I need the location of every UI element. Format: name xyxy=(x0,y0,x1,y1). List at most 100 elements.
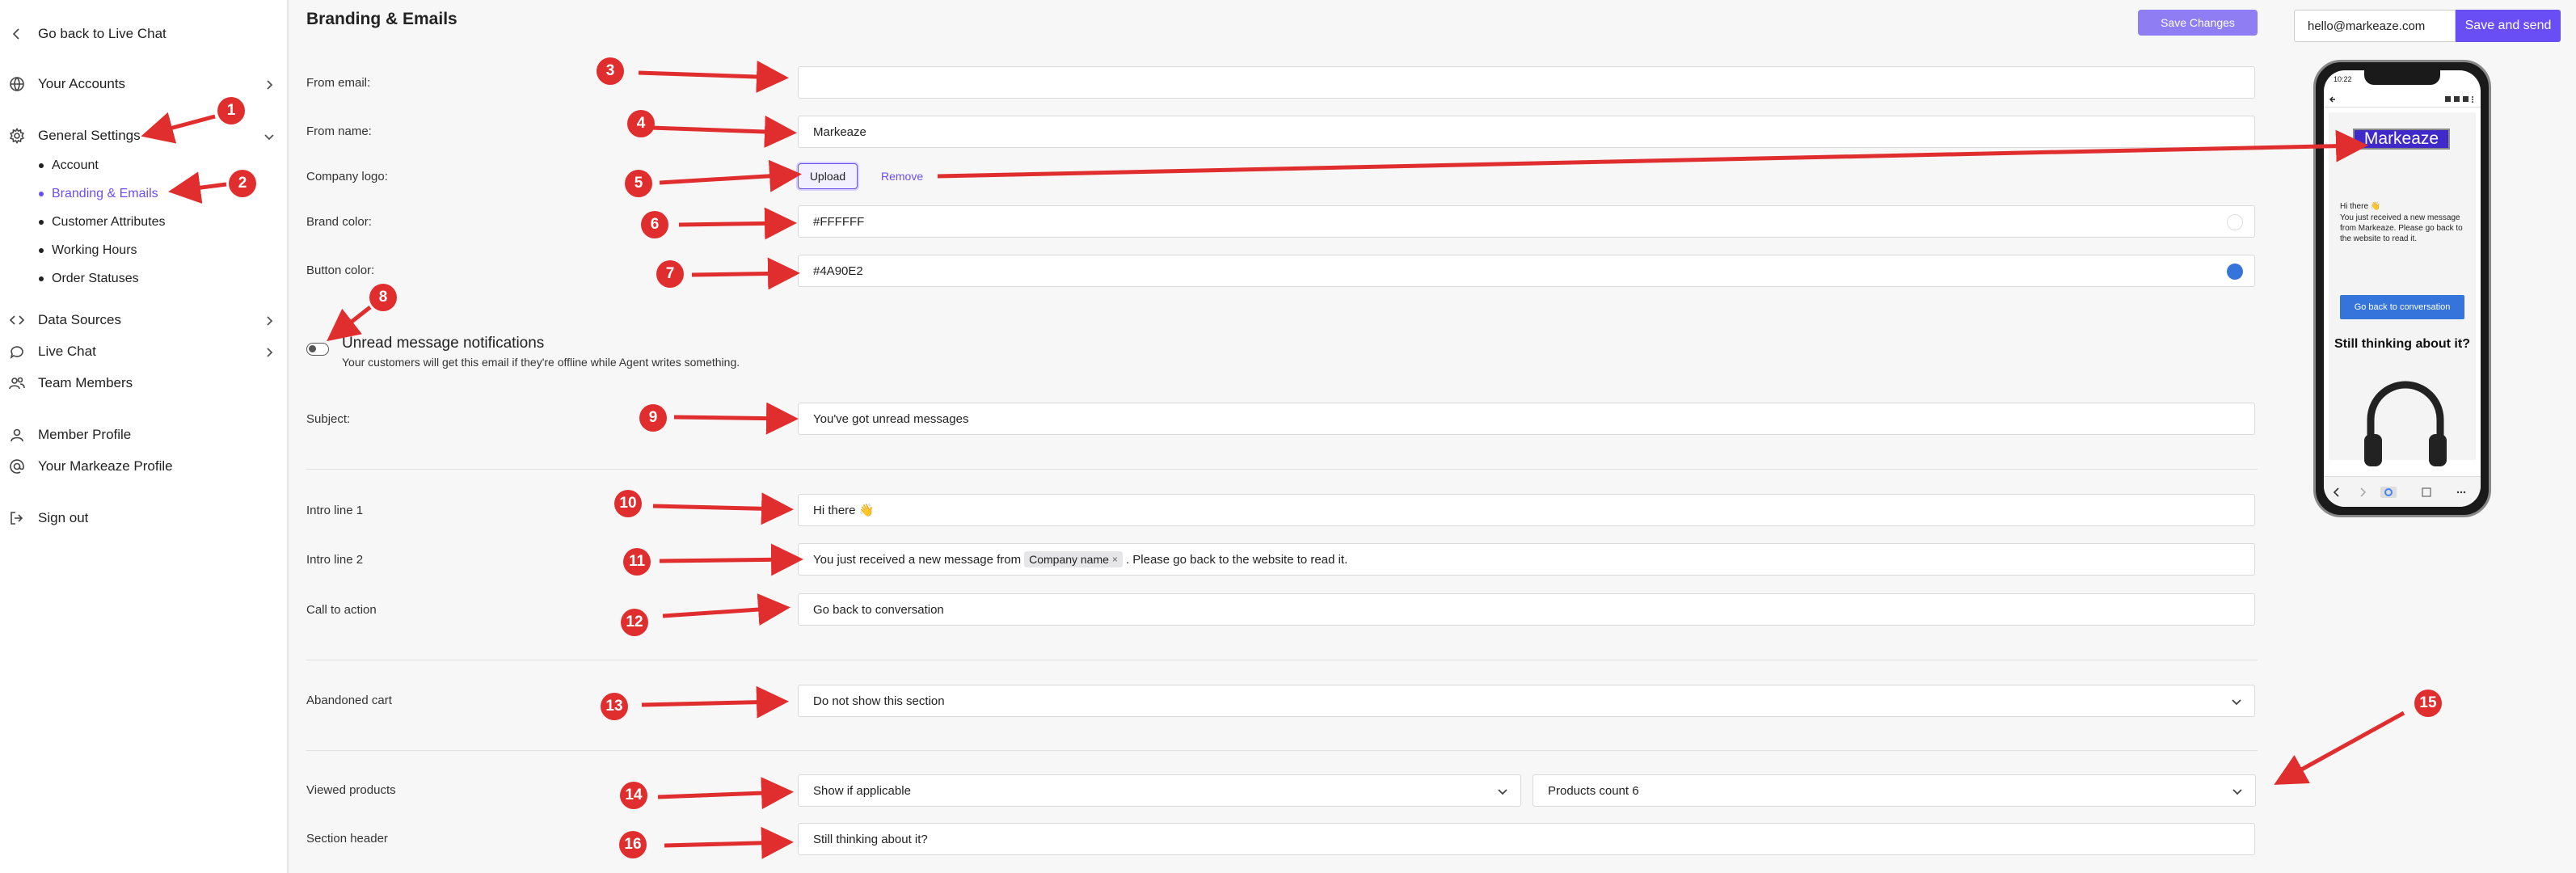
chip-label: Company name xyxy=(1029,553,1109,566)
email-app-toolbar xyxy=(2324,91,2481,108)
annotation-marker: 15 xyxy=(2414,690,2442,717)
sidebar-subitem-customer-attributes[interactable]: Customer Attributes xyxy=(39,212,166,233)
button-color-field[interactable]: #4A90E2 xyxy=(798,255,2255,287)
sidebar-item-team-members[interactable]: Team Members xyxy=(8,369,275,398)
arrow-15 xyxy=(2274,711,2405,785)
sidebar-subitem-label: Working Hours xyxy=(52,243,137,257)
sidebar-item-member-profile[interactable]: Member Profile xyxy=(8,420,275,449)
chevron-right-icon xyxy=(264,346,275,357)
annotation-marker: 4 xyxy=(627,110,655,137)
section-header-label: Section header xyxy=(306,832,388,846)
sidebar-item-general-settings[interactable]: General Settings xyxy=(8,121,275,150)
bullet xyxy=(39,192,44,196)
sidebar: Go back to Live Chat Your Accounts Gener… xyxy=(0,0,289,873)
user-icon xyxy=(8,426,26,444)
chevron-down-icon xyxy=(2230,695,2243,708)
section-header-field[interactable]: Still thinking about it? xyxy=(798,823,2255,855)
sidebar-subitem-order-statuses[interactable]: Order Statuses xyxy=(39,268,139,289)
save-and-send-button[interactable]: Save and send xyxy=(2456,10,2561,42)
chevron-right-icon xyxy=(264,314,275,326)
sign-out-icon xyxy=(8,509,26,527)
annotation-marker: 16 xyxy=(619,831,647,858)
remove-logo-link[interactable]: Remove xyxy=(881,170,923,183)
button-color-label: Button color: xyxy=(306,264,375,277)
chevron-down-icon xyxy=(2231,785,2244,798)
users-icon xyxy=(8,374,26,392)
from-email-field[interactable] xyxy=(798,66,2255,99)
toggle-knob xyxy=(309,345,316,352)
sidebar-item-sign-out[interactable]: Sign out xyxy=(8,504,275,533)
from-email-label: From email: xyxy=(306,76,371,90)
phone-notch xyxy=(2364,70,2440,85)
abandoned-cart-select[interactable]: Do not show this section xyxy=(798,685,2255,717)
brand-color-swatch[interactable] xyxy=(2227,214,2243,230)
cta-field[interactable]: Go back to conversation xyxy=(798,593,2255,626)
chevron-right-icon xyxy=(264,78,275,90)
annotation-marker: 11 xyxy=(623,548,651,576)
sidebar-subitem-working-hours[interactable]: Working Hours xyxy=(39,240,137,261)
brand-color-field[interactable]: #FFFFFF xyxy=(798,205,2255,238)
unread-notifications-toggle[interactable] xyxy=(306,343,329,356)
intro1-field[interactable]: Hi there 👋 xyxy=(798,494,2255,526)
button-color-value: #4A90E2 xyxy=(813,264,863,278)
chevron-left-icon xyxy=(8,25,26,43)
divider xyxy=(306,750,2258,751)
button-color-swatch[interactable] xyxy=(2227,264,2243,280)
sidebar-item-markeaze-profile[interactable]: Your Markeaze Profile xyxy=(8,452,275,481)
headphones-product-image xyxy=(2364,381,2447,466)
gear-icon xyxy=(8,127,26,145)
annotation-marker: 3 xyxy=(597,57,624,85)
test-email-input[interactable] xyxy=(2294,10,2456,42)
bullet xyxy=(39,276,44,281)
sidebar-item-label: Your Markeaze Profile xyxy=(38,458,173,474)
bullet xyxy=(39,248,44,253)
browser-nav-icons xyxy=(2333,487,2466,498)
sidebar-subitem-label: Account xyxy=(52,158,99,172)
viewed-products-value: Show if applicable xyxy=(813,783,911,798)
brand-color-label: Brand color: xyxy=(306,215,372,229)
sidebar-subitem-account[interactable]: Account xyxy=(39,155,99,176)
phone-screen: 10:22 Markeaze Hi there 👋 You just recei… xyxy=(2324,70,2481,507)
sidebar-subitem-branding-emails[interactable]: Branding & Emails xyxy=(39,183,158,205)
browser-bottom-bar xyxy=(2324,476,2481,507)
annotation-marker: 9 xyxy=(639,404,667,432)
sidebar-subitem-label: Order Statuses xyxy=(52,272,139,285)
products-count-select[interactable]: Products count 6 xyxy=(1533,774,2256,807)
abandoned-cart-value: Do not show this section xyxy=(813,694,945,708)
subject-field[interactable]: You've got unread messages xyxy=(798,403,2255,435)
upload-logo-button[interactable]: Upload xyxy=(798,163,858,189)
intro2-field[interactable]: You just received a new message from Com… xyxy=(798,543,2255,576)
annotation-marker: 2 xyxy=(229,170,256,197)
from-name-field[interactable]: Markeaze xyxy=(798,116,2255,148)
status-time: 10:22 xyxy=(2334,75,2352,83)
products-count-value: Products count 6 xyxy=(1548,783,1639,798)
annotation-marker: 1 xyxy=(217,97,245,124)
sidebar-item-data-sources[interactable]: Data Sources xyxy=(8,306,275,335)
email-actions-icon xyxy=(2445,96,2473,103)
annotation-marker: 13 xyxy=(601,693,628,720)
company-name-chip[interactable]: Company name × xyxy=(1024,551,1123,567)
chevron-down-icon xyxy=(264,130,275,141)
back-label: Go back to Live Chat xyxy=(38,26,167,41)
viewed-products-label: Viewed products xyxy=(306,783,396,797)
cta-label: Call to action xyxy=(306,603,377,617)
sidebar-item-label: Sign out xyxy=(38,510,89,525)
sidebar-item-live-chat[interactable]: Live Chat xyxy=(8,337,275,366)
preview-cta-button: Go back to conversation xyxy=(2340,295,2464,319)
chat-bubble-icon xyxy=(8,343,26,361)
annotation-marker: 8 xyxy=(369,284,397,311)
close-icon[interactable]: × xyxy=(1112,554,1118,565)
sidebar-item-your-accounts[interactable]: Your Accounts xyxy=(8,70,275,99)
code-icon xyxy=(8,311,26,329)
phone-preview: 10:22 Markeaze Hi there 👋 You just recei… xyxy=(2313,60,2491,517)
email-preview-body: Markeaze Hi there 👋 You just received a … xyxy=(2329,112,2476,466)
bullet xyxy=(39,220,44,225)
viewed-products-select[interactable]: Show if applicable xyxy=(798,774,1521,807)
chevron-down-icon xyxy=(1496,785,1509,798)
back-to-live-chat-link[interactable]: Go back to Live Chat xyxy=(8,19,275,48)
sidebar-subitem-label: Customer Attributes xyxy=(52,215,166,229)
sidebar-item-label: Your Accounts xyxy=(38,76,126,91)
save-changes-button[interactable]: Save Changes xyxy=(2138,10,2258,36)
at-sign-icon xyxy=(8,458,26,475)
company-logo-label: Company logo: xyxy=(306,170,388,183)
